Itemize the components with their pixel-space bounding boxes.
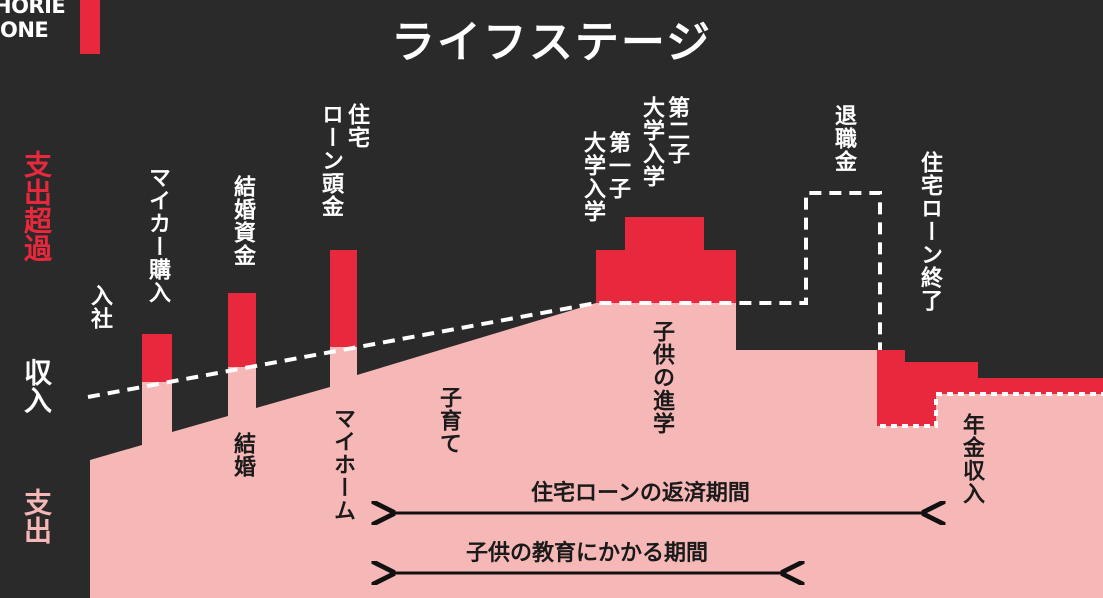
label-home-down-line1: 住宅 — [344, 103, 369, 149]
deficit-car-purchase — [142, 334, 172, 382]
label-education-period: 子供の教育にかかる期間 — [466, 541, 709, 566]
label-univ1-line2: 大学入学 — [580, 131, 605, 223]
label-my-home: マイホーム — [330, 407, 355, 522]
label-wedding-fund: 結婚資金 — [230, 175, 255, 267]
label-marriage: 結婚 — [230, 432, 255, 478]
label-univ2-line2: 大学入学 — [639, 96, 664, 188]
label-retirement-pay: 退職金 — [831, 104, 856, 173]
label-univ1-line1: 第一子 — [605, 131, 630, 200]
legend-income: 収入 — [20, 358, 53, 414]
legend-expense-over: 支出超過 — [20, 150, 53, 262]
label-univ2-line1: 第二子 — [664, 96, 689, 165]
label-mortgage-end: 住宅ローン終了 — [917, 151, 942, 312]
page-title: ライフステージ — [390, 17, 713, 68]
label-child-rearing: 子育て — [436, 386, 461, 455]
label-mortgage-period: 住宅ローンの返済期間 — [531, 481, 750, 506]
label-child-advancement: 子供の進学 — [649, 320, 674, 435]
deficit-wedding-fund — [228, 293, 256, 367]
life-stage-diagram: HORIE ONE ライフステージ 支出超過 収入 支出 入社 マイカー購入 結… — [0, 0, 1103, 598]
deficit-home-down-payment — [330, 250, 357, 347]
label-pension-income: 年金収入 — [959, 413, 984, 505]
label-home-down-line2: ローン頭金 — [318, 103, 343, 218]
deficit-university — [596, 217, 736, 303]
label-entry: 入社 — [87, 284, 112, 330]
legend-expense: 支出 — [20, 488, 53, 544]
label-car-purchase: マイカー購入 — [145, 166, 170, 304]
